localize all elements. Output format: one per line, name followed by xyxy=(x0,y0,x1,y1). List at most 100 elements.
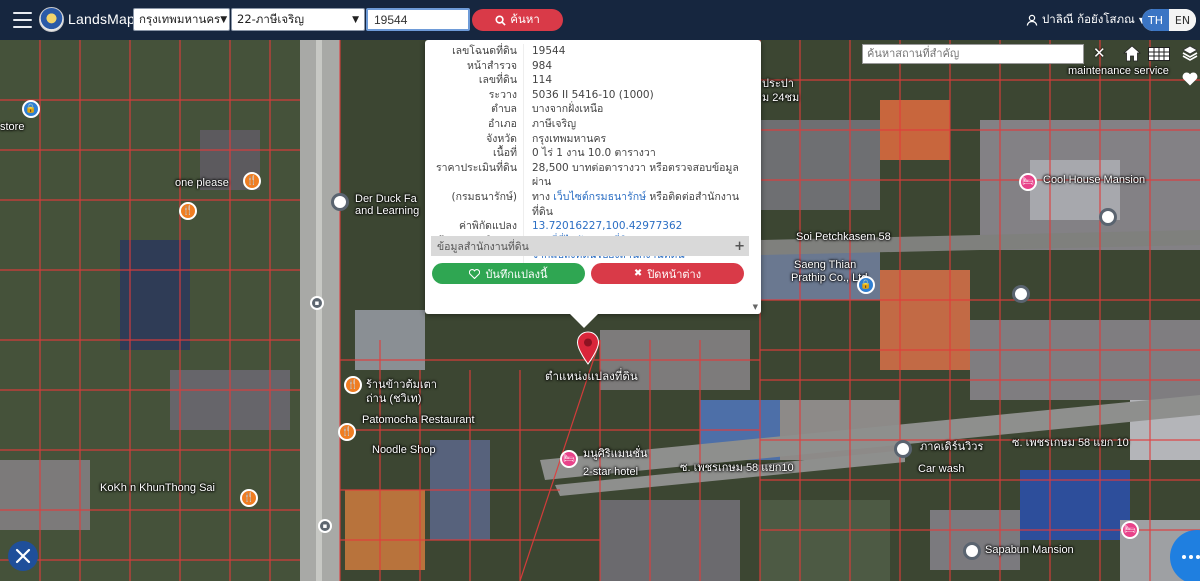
province-select-value: กรุงเทพมหานคร xyxy=(139,11,221,26)
close-icon: ✖ xyxy=(633,268,643,279)
parcel-info-value: ภาษีเจริญ xyxy=(523,116,739,132)
parcel-info-value-text: 5036 II 5416-10 (1000) xyxy=(532,88,654,101)
close-window-label: ปิดหน้าต่าง xyxy=(647,267,702,281)
parcel-info-table: เลขโฉนดที่ดิน 19544 หน้าสำรวจ 984 เลขที่ดิน 1… xyxy=(425,44,761,263)
parcel-info-key: ระวาง xyxy=(488,88,517,101)
search-button[interactable]: ค้นหา xyxy=(472,9,563,31)
parcel-info-row: หน้าสำรวจ 984 xyxy=(425,58,761,74)
hamburger-menu-icon[interactable] xyxy=(13,12,32,28)
parcel-location-marker-icon[interactable] xyxy=(576,331,600,365)
parcel-info-value-text: 114 xyxy=(532,74,553,87)
user-name: ปาลิณี ก้อยังโสภณ xyxy=(1042,12,1135,26)
parcel-info-row: จังหวัด กรุงเทพมหานคร xyxy=(425,131,761,147)
poi-restaurant-marker[interactable]: 🍴 xyxy=(338,423,356,441)
parcel-info-key: จังหวัด xyxy=(486,132,517,145)
parcel-info-value-text: ภาษีเจริญ xyxy=(532,117,577,130)
poi-store-marker[interactable]: 🔒 xyxy=(22,100,40,118)
user-icon xyxy=(1026,14,1038,26)
scroll-down-icon[interactable]: ▼ xyxy=(753,303,758,311)
map-place-label: ถ่าน (ชวิเท) xyxy=(366,393,422,405)
poi-hotel-marker[interactable]: 🛏 xyxy=(1121,521,1139,539)
parcel-info-value-text: 984 xyxy=(532,59,553,72)
poi-store-marker[interactable]: 🔒 xyxy=(857,276,875,294)
parcel-info-key: ตำบล xyxy=(491,103,517,116)
favorites-heart-icon[interactable] xyxy=(1182,72,1198,86)
parcel-info-value: บางจากฝั่งเหนือ xyxy=(523,102,739,117)
district-select-value: 22-ภาษีเจริญ xyxy=(237,11,305,26)
map-place-label: and Learning xyxy=(355,205,420,217)
poi-bus-stop-marker[interactable]: ▪ xyxy=(318,519,332,533)
parcel-info-value: 19544 xyxy=(523,44,739,59)
chat-dot-icon xyxy=(1182,555,1186,559)
layers-icon[interactable] xyxy=(1182,45,1198,61)
map-place-label: Cool House Mansion xyxy=(1043,174,1146,186)
clear-search-icon[interactable]: ✕ xyxy=(1093,44,1106,62)
place-search-input[interactable] xyxy=(862,44,1084,64)
land-office-info-label: ข้อมูลสำนักงานที่ดิน xyxy=(437,240,529,253)
district-select[interactable]: 22-ภาษีเจริญ ▼ xyxy=(231,8,365,31)
home-icon[interactable] xyxy=(1123,45,1141,62)
parcel-info-value-text: กรุงเทพมหานคร xyxy=(532,132,607,145)
land-office-info-toggle[interactable]: ข้อมูลสำนักงานที่ดิน + xyxy=(431,236,749,256)
search-icon xyxy=(495,14,506,26)
map-place-label: Soi Petchkasem 58 xyxy=(796,231,891,243)
map-place-label: ซ. เพชรเกษม 58 แยก 10 xyxy=(1012,437,1129,449)
province-select[interactable]: กรุงเทพมหานคร ▼ xyxy=(133,8,230,31)
close-window-button[interactable]: ✖ ปิดหน้าต่าง xyxy=(591,263,744,284)
parcel-info-value: 984 xyxy=(523,58,739,74)
parcel-info-link[interactable]: เว็บไซต์กรมธนารักษ์ xyxy=(553,191,646,203)
parcel-info-row: เลขโฉนดที่ดิน 19544 xyxy=(425,44,761,59)
poi-restaurant-marker[interactable]: 🍴 xyxy=(240,489,258,507)
parcel-info-row: ระวาง 5036 II 5416-10 (1000) xyxy=(425,87,761,103)
parcel-info-value-text: 28,500 บาทต่อตารางวา หรือตรวจสอบข้อมูลผ่… xyxy=(532,161,739,189)
parcel-info-key: เลขที่ดิน xyxy=(478,74,517,87)
poi-hotel-marker[interactable]: 🛏 xyxy=(560,450,578,468)
landsmaps-logo xyxy=(39,7,64,32)
save-parcel-button[interactable]: บันทึกแปลงนี้ xyxy=(432,263,585,284)
chat-dot-icon xyxy=(1196,555,1200,559)
poi-place-marker[interactable] xyxy=(331,193,349,211)
user-menu[interactable]: ปาลิณี ก้อยังโสภณ ▼ xyxy=(1026,11,1145,29)
poi-place-marker[interactable] xyxy=(1012,285,1030,303)
map-place-label: Sapabun Mansion xyxy=(985,544,1074,556)
map-place-label: Saeng Thian xyxy=(794,259,857,271)
search-button-label: ค้นหา xyxy=(510,12,540,26)
plus-icon: + xyxy=(734,238,745,254)
poi-place-marker[interactable] xyxy=(894,440,912,458)
top-navbar: LandsMaps กรุงเทพมหานคร ▼ 22-ภาษีเจริญ ▼… xyxy=(0,0,1200,40)
poi-restaurant-marker[interactable]: 🍴 xyxy=(179,202,197,220)
parcel-info-value: กรุงเทพมหานคร xyxy=(523,131,739,147)
poi-place-marker[interactable] xyxy=(963,542,981,560)
parcel-info-key: ราคาประเมินที่ดิน xyxy=(435,161,517,174)
map-place-label: Patomocha Restaurant xyxy=(362,414,475,426)
chat-dot-icon xyxy=(1189,555,1193,559)
parcel-info-key: เลขโฉนดที่ดิน xyxy=(452,45,517,57)
map-place-label: KoKh n KhunThong Sai xyxy=(100,482,215,494)
poi-restaurant-marker[interactable]: 🍴 xyxy=(344,376,362,394)
chevron-down-icon: ▼ xyxy=(352,14,359,25)
map-place-label: Der Duck Fa xyxy=(355,193,417,205)
parcel-info-key: เนื้อที่ xyxy=(493,147,517,160)
parcel-info-value: 114 xyxy=(523,73,739,88)
chevron-down-icon: ▼ xyxy=(220,14,228,25)
parcel-info-row: (กรมธนารักษ์) ทาง เว็บไซต์กรมธนารักษ์ หรื… xyxy=(425,189,761,220)
lang-en-button[interactable]: EN xyxy=(1169,9,1196,31)
map-place-label: ซ. เพชรเกษม 58 แยก10 xyxy=(680,462,794,474)
parcel-info-row: ตำบล บางจากฝั่งเหนือ xyxy=(425,102,761,117)
poi-place-marker[interactable] xyxy=(1099,208,1117,226)
parcel-info-value: 28,500 บาทต่อตารางวา หรือตรวจสอบข้อมูลผ่… xyxy=(523,160,739,190)
parcel-info-row: ค่าพิกัดแปลง 13.72016227,100.42977362 xyxy=(425,219,761,234)
parcel-info-key: อำเภอ xyxy=(487,117,517,130)
poi-restaurant-marker[interactable]: 🍴 xyxy=(243,172,261,190)
poi-bus-stop-marker[interactable]: ▪ xyxy=(310,296,324,310)
poi-hotel-marker[interactable]: 🛏 xyxy=(1019,173,1037,191)
map-place-label: มนูศิริแมนชั่น xyxy=(583,448,648,460)
tools-button[interactable] xyxy=(8,541,38,571)
grid-icon[interactable] xyxy=(1148,47,1170,61)
parcel-number-input[interactable] xyxy=(366,8,470,31)
lang-th-button[interactable]: TH xyxy=(1142,9,1169,31)
parcel-info-value-text: บางจากฝั่งเหนือ xyxy=(532,103,604,116)
map-place-label: ภาคเดิร์นวิวร xyxy=(920,441,984,453)
parcel-info-link[interactable]: 13.72016227,100.42977362 xyxy=(532,220,682,232)
map-place-label: store xyxy=(0,121,25,133)
